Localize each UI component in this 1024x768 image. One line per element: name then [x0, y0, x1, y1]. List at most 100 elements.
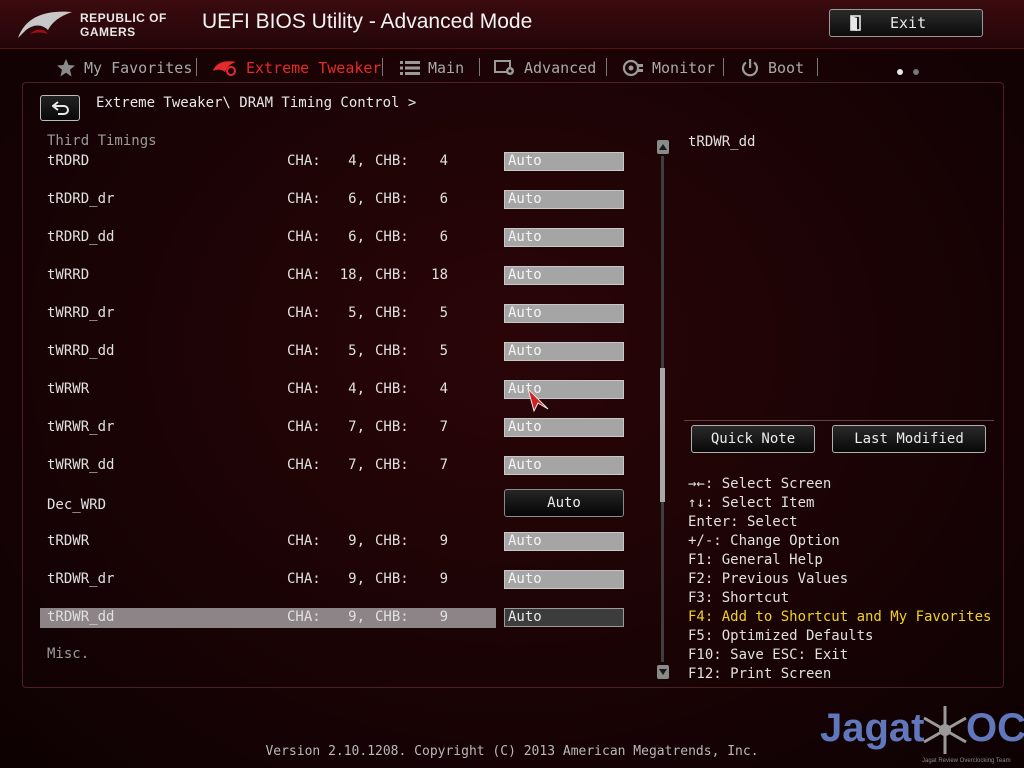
- last-modified-button[interactable]: Last Modified: [832, 425, 986, 453]
- cha-value: 7,: [348, 457, 365, 473]
- setting-name: tRDWR_dd: [47, 609, 115, 625]
- chb-value: 18: [431, 267, 448, 283]
- tab-monitor[interactable]: Monitor: [622, 54, 715, 82]
- chb-label: CHB:: [375, 191, 409, 207]
- setting-value-input[interactable]: Auto: [504, 190, 624, 209]
- setting-row-twrwr-dr[interactable]: tWRWR_dr CHA: 7, CHB: 7 Auto: [40, 418, 626, 442]
- page-dot[interactable]: [913, 69, 919, 75]
- scrollbar-thumb[interactable]: [660, 368, 665, 502]
- back-button[interactable]: [40, 95, 80, 121]
- setting-row-twrrd-dd[interactable]: tWRRD_dd CHA: 5, CHB: 5 Auto: [40, 342, 626, 366]
- setting-value-input[interactable]: Auto: [504, 380, 624, 399]
- help-divider: [684, 420, 994, 421]
- chb-label: CHB:: [375, 153, 409, 169]
- setting-row-trdwr[interactable]: tRDWR CHA: 9, CHB: 9 Auto: [40, 532, 626, 556]
- tab-separator: [382, 58, 383, 76]
- watermark-text-right: OC: [966, 706, 1024, 750]
- key-legend-item: →←: Select Screen: [688, 476, 832, 492]
- chb-label: CHB:: [375, 381, 409, 397]
- setting-row-dec-wrd[interactable]: Dec_WRD Auto: [40, 489, 626, 520]
- breadcrumb: Extreme Tweaker\ DRAM Timing Control >: [96, 95, 417, 111]
- exit-button[interactable]: Exit: [829, 9, 983, 37]
- setting-value-input[interactable]: Auto: [504, 266, 624, 285]
- watermark-subtitle: Jagat Review Overclocking Team: [922, 758, 1011, 764]
- setting-value-input[interactable]: Auto: [504, 570, 624, 589]
- tab-boot[interactable]: Boot: [740, 54, 804, 82]
- chb-value: 4: [439, 381, 448, 397]
- snowflake-icon: [923, 706, 967, 754]
- list-icon: [400, 61, 420, 75]
- tab-separator: [479, 58, 480, 76]
- chb-label: CHB:: [375, 267, 409, 283]
- tab-label: Monitor: [652, 59, 716, 77]
- setting-row-trdwr-dd[interactable]: tRDWR_dd CHA: 9, CHB: 9 Auto: [40, 608, 626, 632]
- setting-name: tWRWR: [47, 381, 90, 397]
- setting-row-twrrd-dr[interactable]: tWRRD_dr CHA: 5, CHB: 5 Auto: [40, 304, 626, 328]
- section-label-misc: Misc.: [47, 646, 90, 662]
- cha-value: 9,: [348, 609, 365, 625]
- cha-label: CHA:: [287, 419, 321, 435]
- chb-label: CHB:: [375, 229, 409, 245]
- setting-value-input[interactable]: Auto: [504, 456, 624, 475]
- setting-name: tWRWR_dd: [47, 457, 115, 473]
- chb-label: CHB:: [375, 305, 409, 321]
- page-dot[interactable]: [897, 69, 903, 75]
- chb-value: 7: [439, 457, 448, 473]
- setting-row-trdwr-dr[interactable]: tRDWR_dr CHA: 9, CHB: 9 Auto: [40, 570, 626, 594]
- tab-separator: [196, 58, 197, 76]
- setting-row-trdrd[interactable]: tRDRD CHA: 4, CHB: 4 Auto: [40, 152, 626, 176]
- advanced-icon: [494, 60, 514, 75]
- tab-extreme-tweaker[interactable]: Extreme Tweaker: [212, 54, 381, 82]
- tab-label: Main: [428, 59, 465, 77]
- setting-name: tWRRD_dd: [47, 343, 115, 359]
- page-indicator[interactable]: [897, 60, 929, 79]
- setting-row-twrwr-dd[interactable]: tWRWR_dd CHA: 7, CHB: 7 Auto: [40, 456, 626, 480]
- setting-row-trdrd-dr[interactable]: tRDRD_dr CHA: 6, CHB: 6 Auto: [40, 190, 626, 214]
- setting-value-input[interactable]: Auto: [504, 228, 624, 247]
- quick-note-button[interactable]: Quick Note: [691, 425, 815, 453]
- key-legend: →←: Select Screen ↑↓: Select Item Enter:…: [688, 475, 991, 684]
- key-legend-item: +/-: Change Option: [688, 533, 840, 549]
- cha-value: 6,: [348, 229, 365, 245]
- key-legend-item: F10: Save ESC: Exit: [688, 647, 849, 663]
- star-icon: [57, 59, 75, 77]
- tab-main[interactable]: Main: [400, 54, 464, 82]
- rog-logo: REPUBLIC OF GAMERS: [16, 8, 192, 42]
- chb-label: CHB:: [375, 457, 409, 473]
- cha-label: CHA:: [287, 533, 321, 549]
- setting-value-input[interactable]: Auto: [504, 418, 624, 437]
- setting-value-input[interactable]: Auto: [504, 532, 624, 551]
- exit-door-icon: [850, 15, 861, 31]
- tab-advanced[interactable]: Advanced: [494, 54, 596, 82]
- setting-name: tRDRD_dr: [47, 191, 115, 207]
- logo-text-line2: GAMERS: [80, 25, 136, 39]
- tab-separator: [606, 58, 607, 76]
- power-icon: [741, 59, 759, 77]
- tab-separator: [723, 58, 724, 76]
- setting-value-input[interactable]: Auto: [504, 152, 624, 171]
- key-legend-item: Enter: Select: [688, 514, 798, 530]
- setting-value-input[interactable]: Auto: [504, 608, 624, 627]
- back-arrow-icon: [52, 101, 69, 115]
- section-label-third-timings: Third Timings: [47, 133, 157, 149]
- chb-value: 9: [439, 609, 448, 625]
- setting-row-twrrd[interactable]: tWRRD CHA: 18, CHB: 18 Auto: [40, 266, 626, 290]
- scroll-down-arrow-icon[interactable]: [657, 665, 669, 679]
- cha-value: 4,: [348, 381, 365, 397]
- cha-value: 9,: [348, 533, 365, 549]
- setting-value-input[interactable]: Auto: [504, 304, 624, 323]
- chb-label: CHB:: [375, 533, 409, 549]
- cha-label: CHA:: [287, 457, 321, 473]
- scroll-up-arrow-icon[interactable]: [657, 140, 669, 154]
- chb-value: 9: [439, 571, 448, 587]
- watermark-text-left: Jagat: [820, 706, 925, 750]
- tab-separator: [817, 58, 818, 76]
- chb-value: 9: [439, 533, 448, 549]
- cha-label: CHA:: [287, 305, 321, 321]
- setting-value-dropdown[interactable]: Auto: [504, 489, 624, 517]
- setting-row-trdrd-dd[interactable]: tRDRD_dd CHA: 6, CHB: 6 Auto: [40, 228, 626, 252]
- cha-label: CHA:: [287, 571, 321, 587]
- tab-my-favorites[interactable]: My Favorites: [56, 54, 192, 82]
- title-bar: REPUBLIC OF GAMERS UEFI BIOS Utility - A…: [0, 0, 1024, 49]
- setting-value-input[interactable]: Auto: [504, 342, 624, 361]
